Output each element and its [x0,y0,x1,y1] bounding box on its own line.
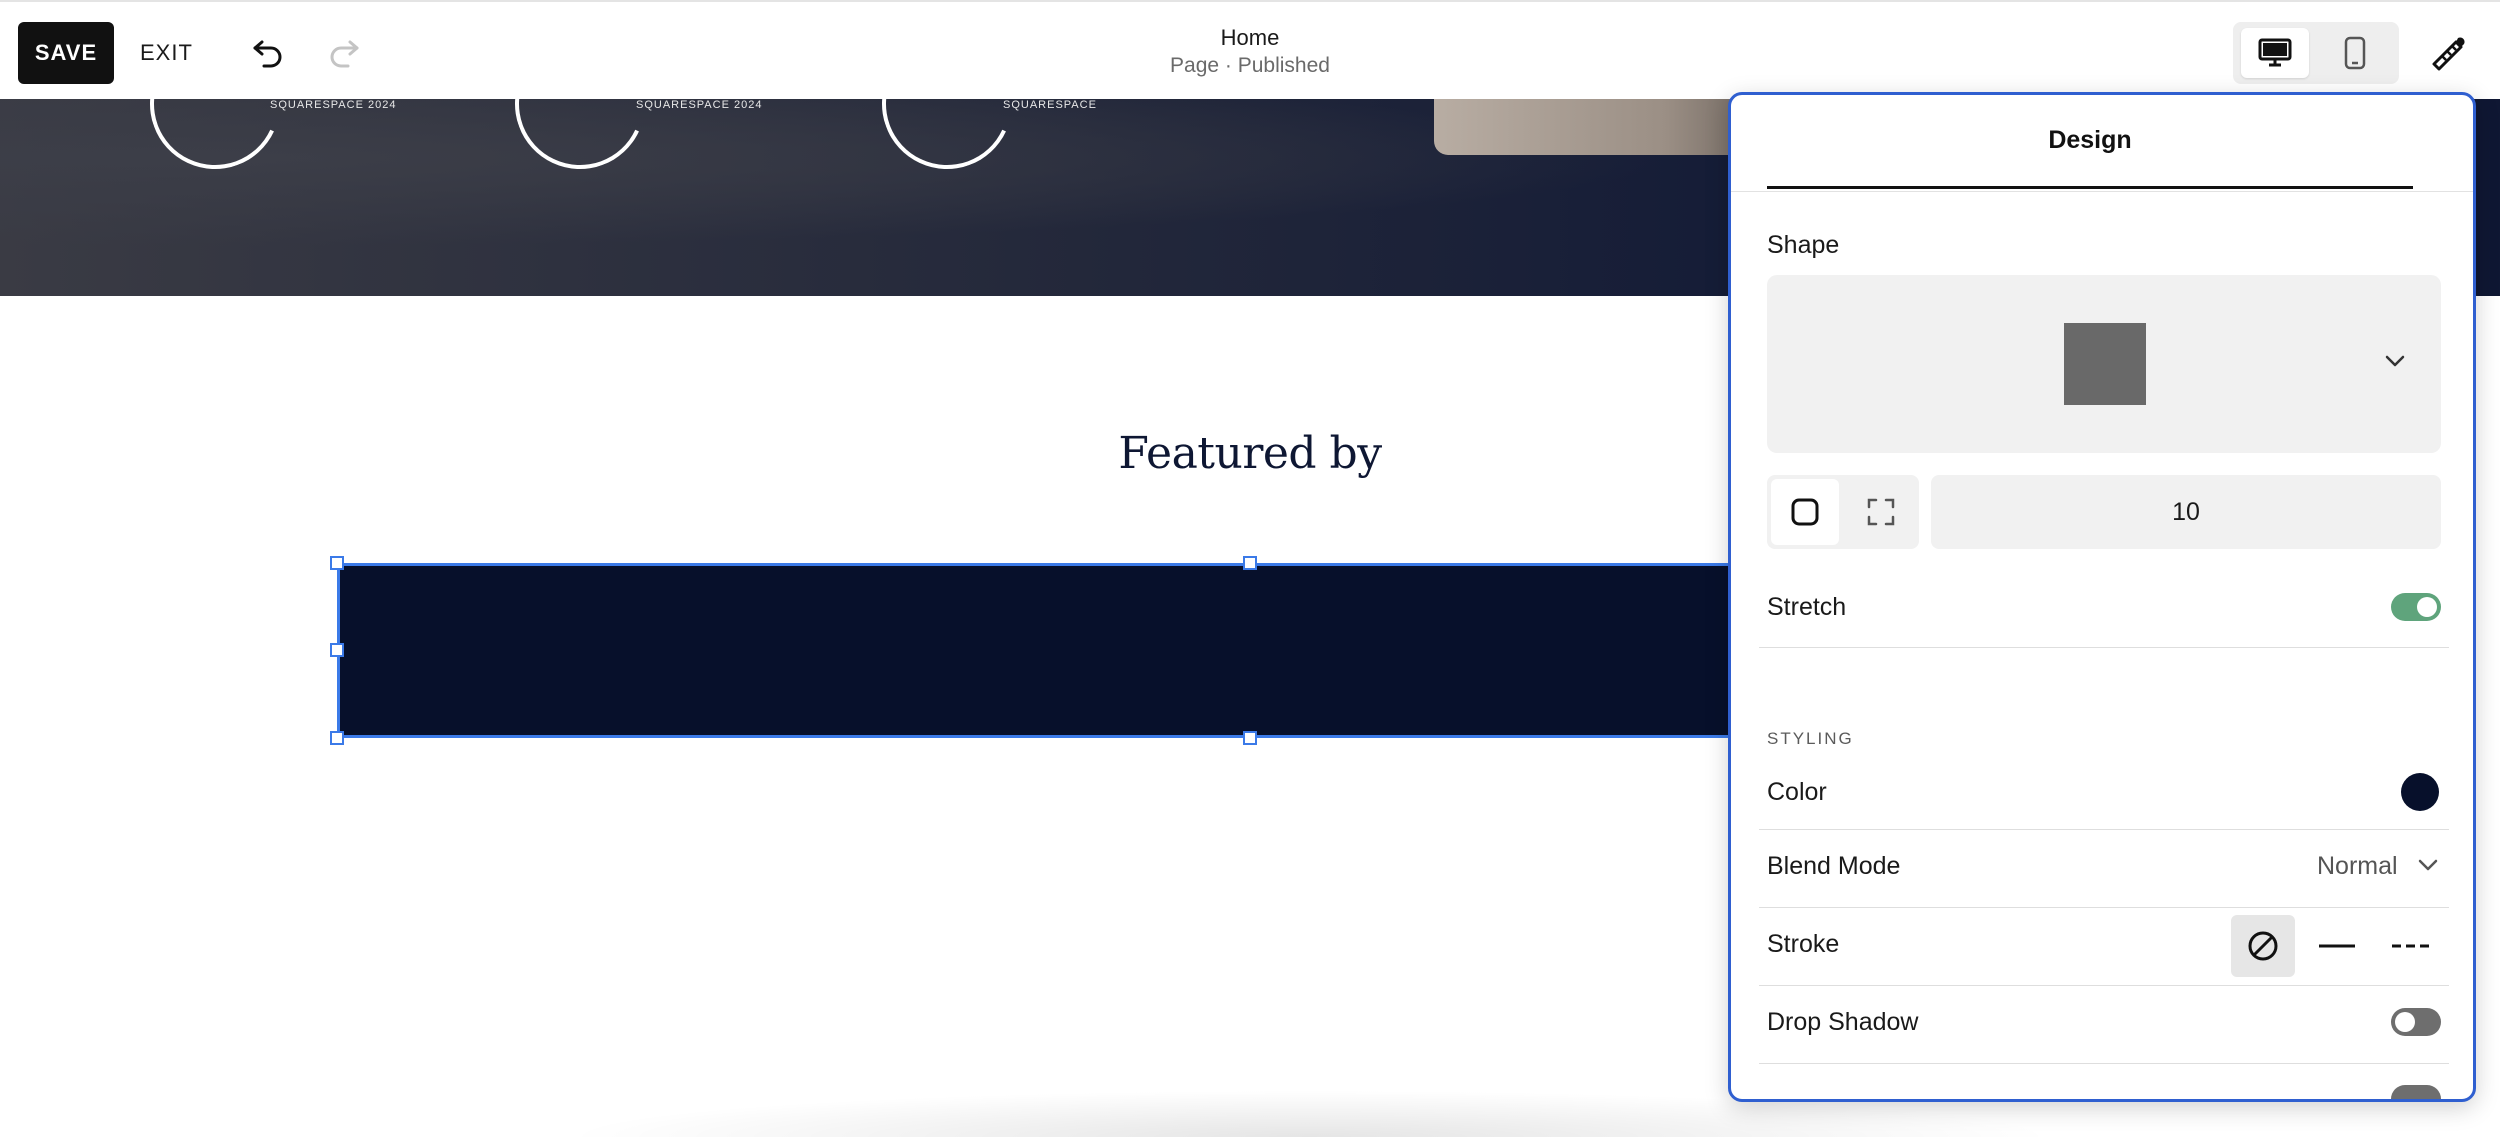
page-info: Home Page · Published [1050,24,1450,80]
award-label: SQUARESPACE 2024 [270,99,397,111]
none-icon[interactable] [2231,915,2295,977]
stretch-toggle[interactable] [2391,593,2441,621]
shape-label: Shape [1767,231,1840,259]
rounded-square-icon[interactable] [1771,479,1839,545]
paintbrush-ruler-icon[interactable] [2424,30,2472,78]
color-label: Color [1767,778,1827,806]
styling-header: STYLING [1767,729,1854,748]
chevron-down-icon[interactable] [2417,858,2439,872]
resize-handle-top[interactable] [1243,556,1257,570]
desktop-icon[interactable] [2241,28,2309,78]
blend-mode-select[interactable]: Normal [2317,852,2398,881]
blend-mode-label: Blend Mode [1767,852,1901,880]
drop-shadow-label: Drop Shadow [1767,1008,1919,1036]
device-toggle [2233,22,2399,84]
tab-design[interactable]: Design [1767,95,2413,189]
exit-button[interactable]: EXIT [140,32,193,74]
divider [1759,647,2449,648]
selected-shape-block[interactable] [337,563,1737,738]
page-title: Home [1220,25,1280,50]
stroke-label: Stroke [1767,930,1840,958]
featured-heading[interactable]: Featured by [1050,428,1450,479]
resize-handle-left[interactable] [330,643,344,657]
award-label: SQUARESPACE 2024 [636,99,763,111]
color-swatch[interactable] [2401,773,2439,811]
dashed-line-icon[interactable] [2379,915,2443,977]
drop-shadow-toggle[interactable] [2391,1008,2441,1036]
resize-handle-bottom[interactable] [1243,731,1257,745]
divider [1759,829,2449,830]
corner-mode-toggle [1767,475,1919,549]
resize-handle-top-left[interactable] [330,556,344,570]
page-status: Page · Published [1170,54,1330,77]
design-panel: Design Shape Stretch STYLING Color Blend… [1728,92,2476,1102]
solid-line-icon[interactable] [2305,915,2369,977]
resize-handle-bottom-left[interactable] [330,731,344,745]
award-badge-icon [131,99,299,188]
award-badge-icon [863,99,1031,188]
toggle-knob [2417,597,2437,617]
award-badge-icon [496,99,664,188]
mobile-icon[interactable] [2321,28,2389,78]
divider [1759,1063,2449,1064]
individual-corners-icon[interactable] [1847,479,1915,545]
divider [1759,907,2449,908]
top-toolbar: SAVE EXIT Home Page · Published [0,0,2500,99]
save-button[interactable]: SAVE [18,22,114,84]
corner-radius-input[interactable] [1931,475,2441,549]
hero-photo [1434,99,1764,155]
shape-picker[interactable] [1767,275,2441,453]
shape-preview [2064,323,2146,405]
chevron-down-icon [2385,355,2405,367]
stretch-label: Stretch [1767,593,1847,621]
undo-icon[interactable] [246,30,290,74]
redo-icon[interactable] [322,30,366,74]
panel-divider [1731,191,2473,192]
partially-hidden-toggle[interactable] [2391,1085,2441,1099]
award-label: SQUARESPACE [1003,99,1097,111]
toggle-knob [2395,1012,2415,1032]
divider [1759,985,2449,986]
